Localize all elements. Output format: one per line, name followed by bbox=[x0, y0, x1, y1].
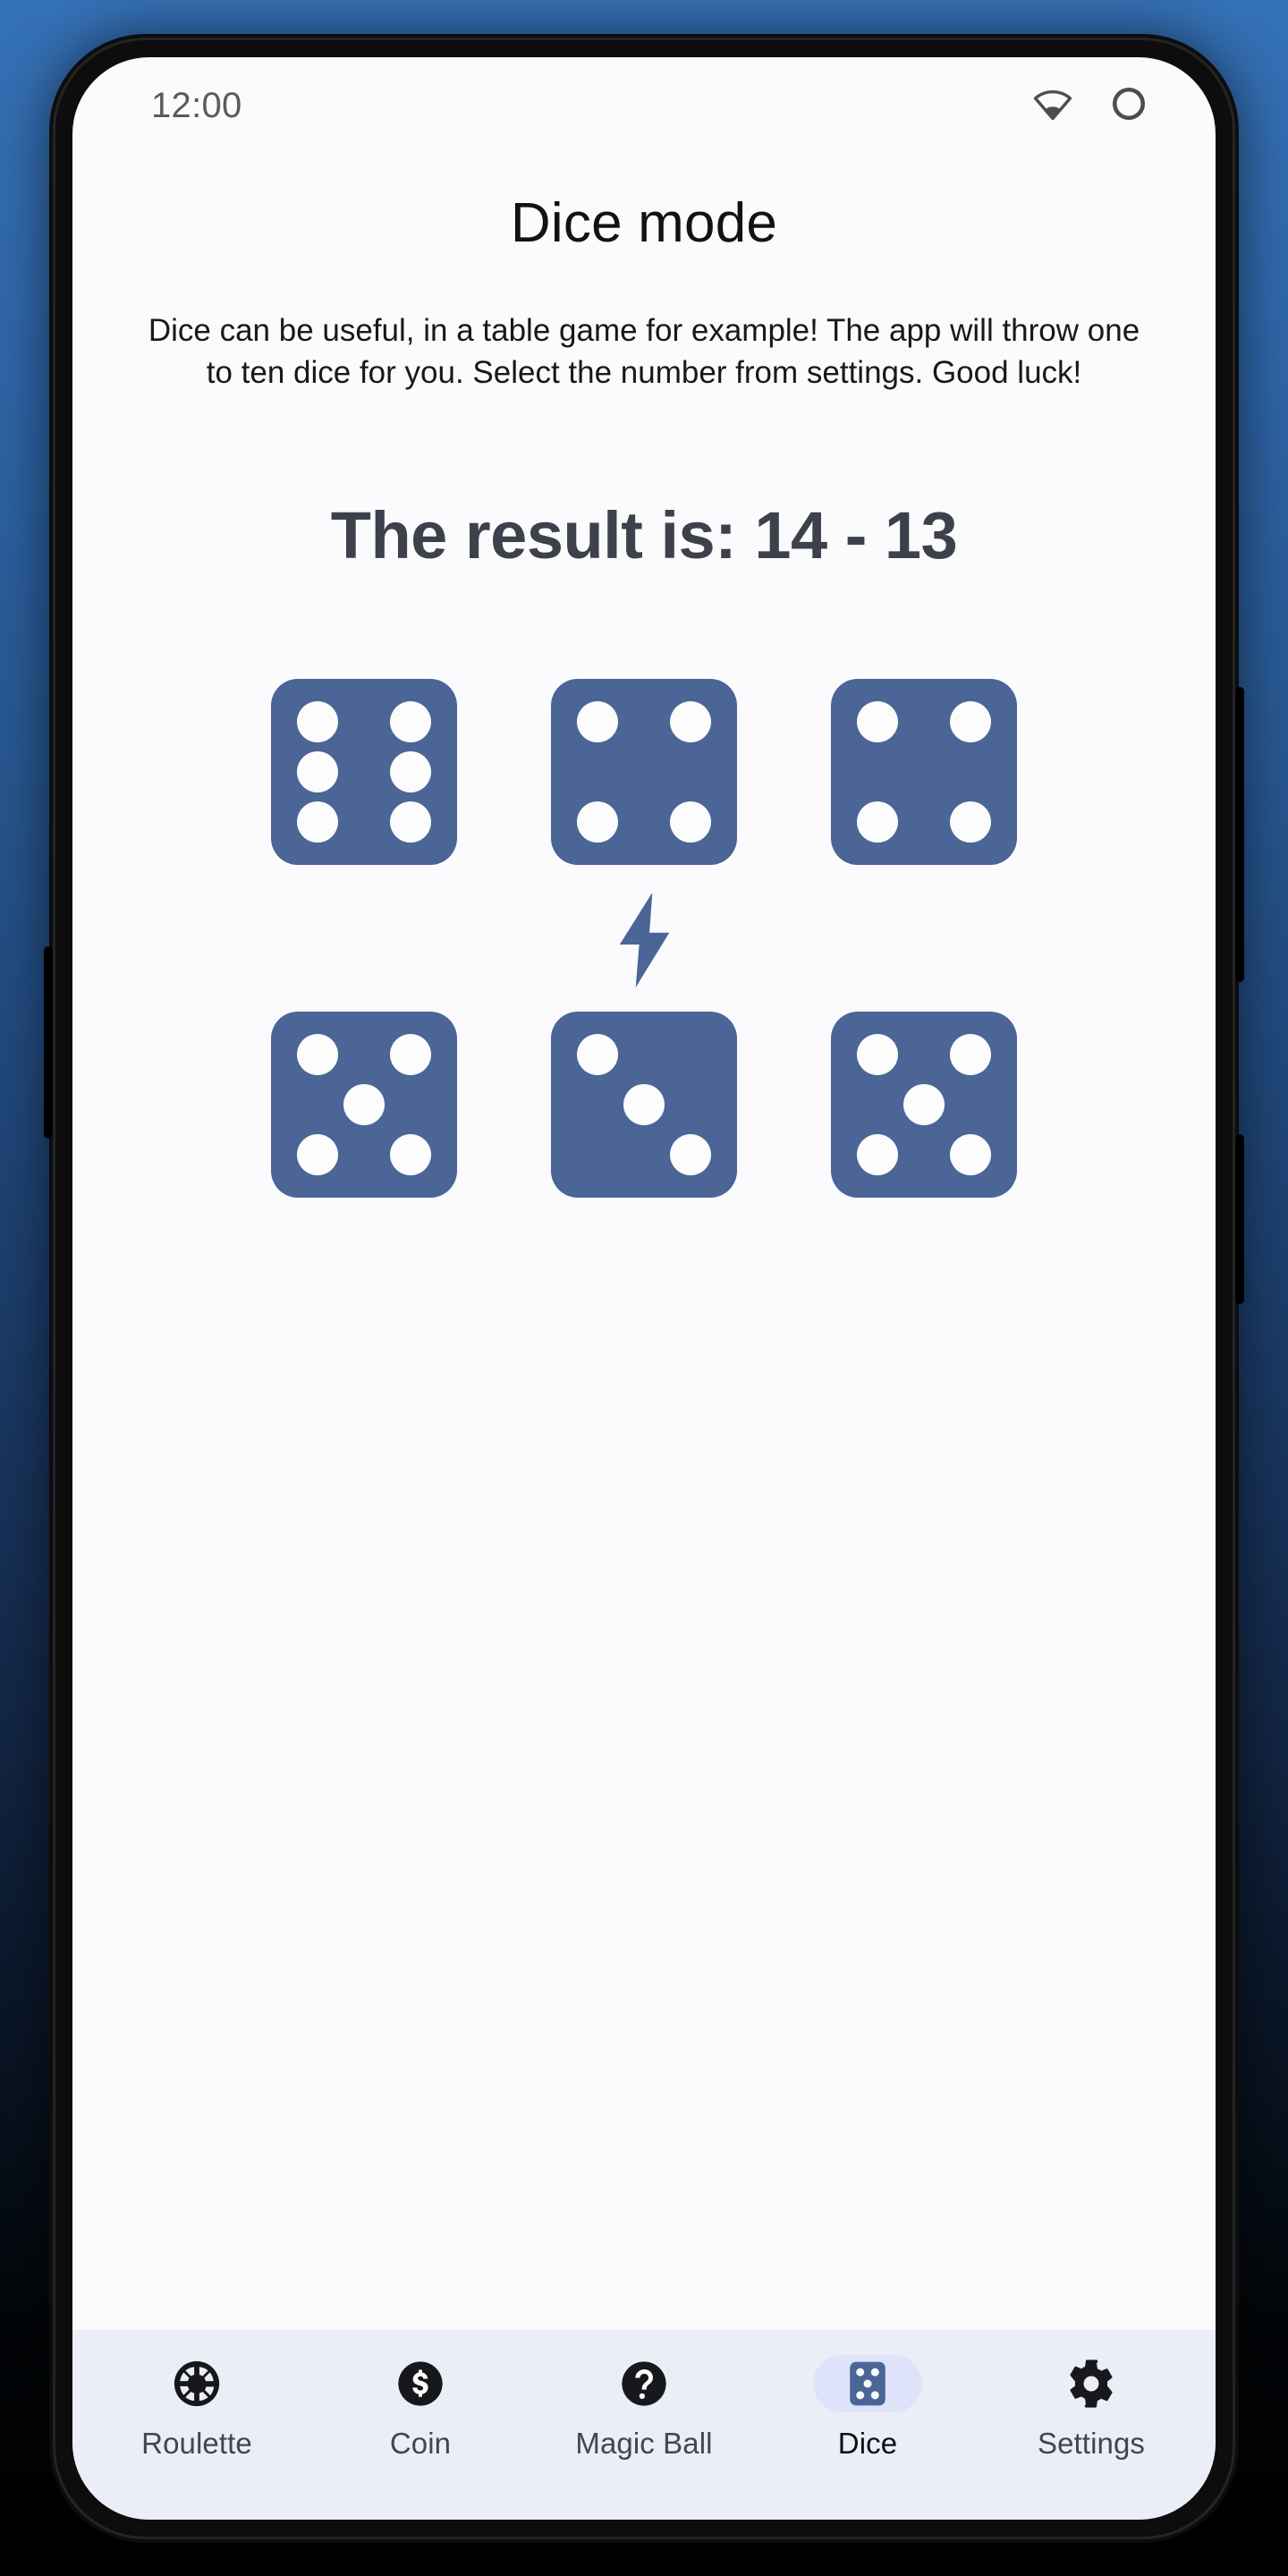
roulette-wheel-icon bbox=[142, 2355, 251, 2412]
die-5 bbox=[271, 1012, 457, 1199]
volume-button[interactable] bbox=[1235, 687, 1244, 982]
status-bar-clock: 12:00 bbox=[151, 85, 242, 125]
die-6 bbox=[271, 679, 457, 866]
dice-row-top bbox=[271, 679, 1017, 866]
nav-label-roulette: Roulette bbox=[141, 2427, 252, 2460]
phone-frame: 12:00 Dice mode Dice can be useful, in a… bbox=[44, 34, 1244, 2543]
side-button-left[interactable] bbox=[44, 946, 53, 1139]
nav-label-dice: Dice bbox=[837, 2427, 898, 2460]
nav-item-settings[interactable]: Settings bbox=[1002, 2355, 1181, 2461]
nav-item-coin[interactable]: Coin bbox=[331, 2355, 510, 2461]
circle-icon bbox=[1110, 85, 1148, 127]
page-title: Dice mode bbox=[510, 192, 778, 254]
coin-dollar-icon bbox=[366, 2355, 475, 2412]
status-bar-icons bbox=[1033, 85, 1148, 127]
nav-label-magic-ball: Magic Ball bbox=[575, 2427, 713, 2460]
die-3 bbox=[551, 1012, 737, 1199]
die-4 bbox=[831, 679, 1017, 866]
nav-item-roulette[interactable]: Roulette bbox=[107, 2355, 286, 2461]
dice-icon bbox=[813, 2355, 922, 2412]
wifi-icon bbox=[1033, 88, 1072, 124]
question-mark-icon bbox=[589, 2355, 699, 2412]
lightning-bolt-icon bbox=[606, 888, 682, 992]
bottom-navigation-bar: Roulette Coin Magic Ball Dice Settings bbox=[72, 2330, 1216, 2520]
dice-area bbox=[105, 679, 1183, 1199]
nav-item-magic-ball[interactable]: Magic Ball bbox=[555, 2355, 733, 2461]
die-5 bbox=[831, 1012, 1017, 1199]
power-button[interactable] bbox=[1235, 1134, 1244, 1304]
main-content: Dice mode Dice can be useful, in a table… bbox=[72, 154, 1216, 2330]
dice-row-bottom bbox=[271, 1012, 1017, 1199]
nav-label-coin: Coin bbox=[389, 2427, 452, 2460]
result-text: The result is: 14 - 13 bbox=[330, 498, 958, 573]
phone-screen: 12:00 Dice mode Dice can be useful, in a… bbox=[72, 57, 1216, 2520]
status-bar: 12:00 bbox=[72, 57, 1216, 154]
nav-item-dice[interactable]: Dice bbox=[778, 2355, 957, 2461]
gear-icon bbox=[1037, 2355, 1146, 2412]
die-4 bbox=[551, 679, 737, 866]
page-description: Dice can be useful, in a table game for … bbox=[148, 313, 1140, 390]
nav-label-settings: Settings bbox=[1037, 2427, 1146, 2460]
